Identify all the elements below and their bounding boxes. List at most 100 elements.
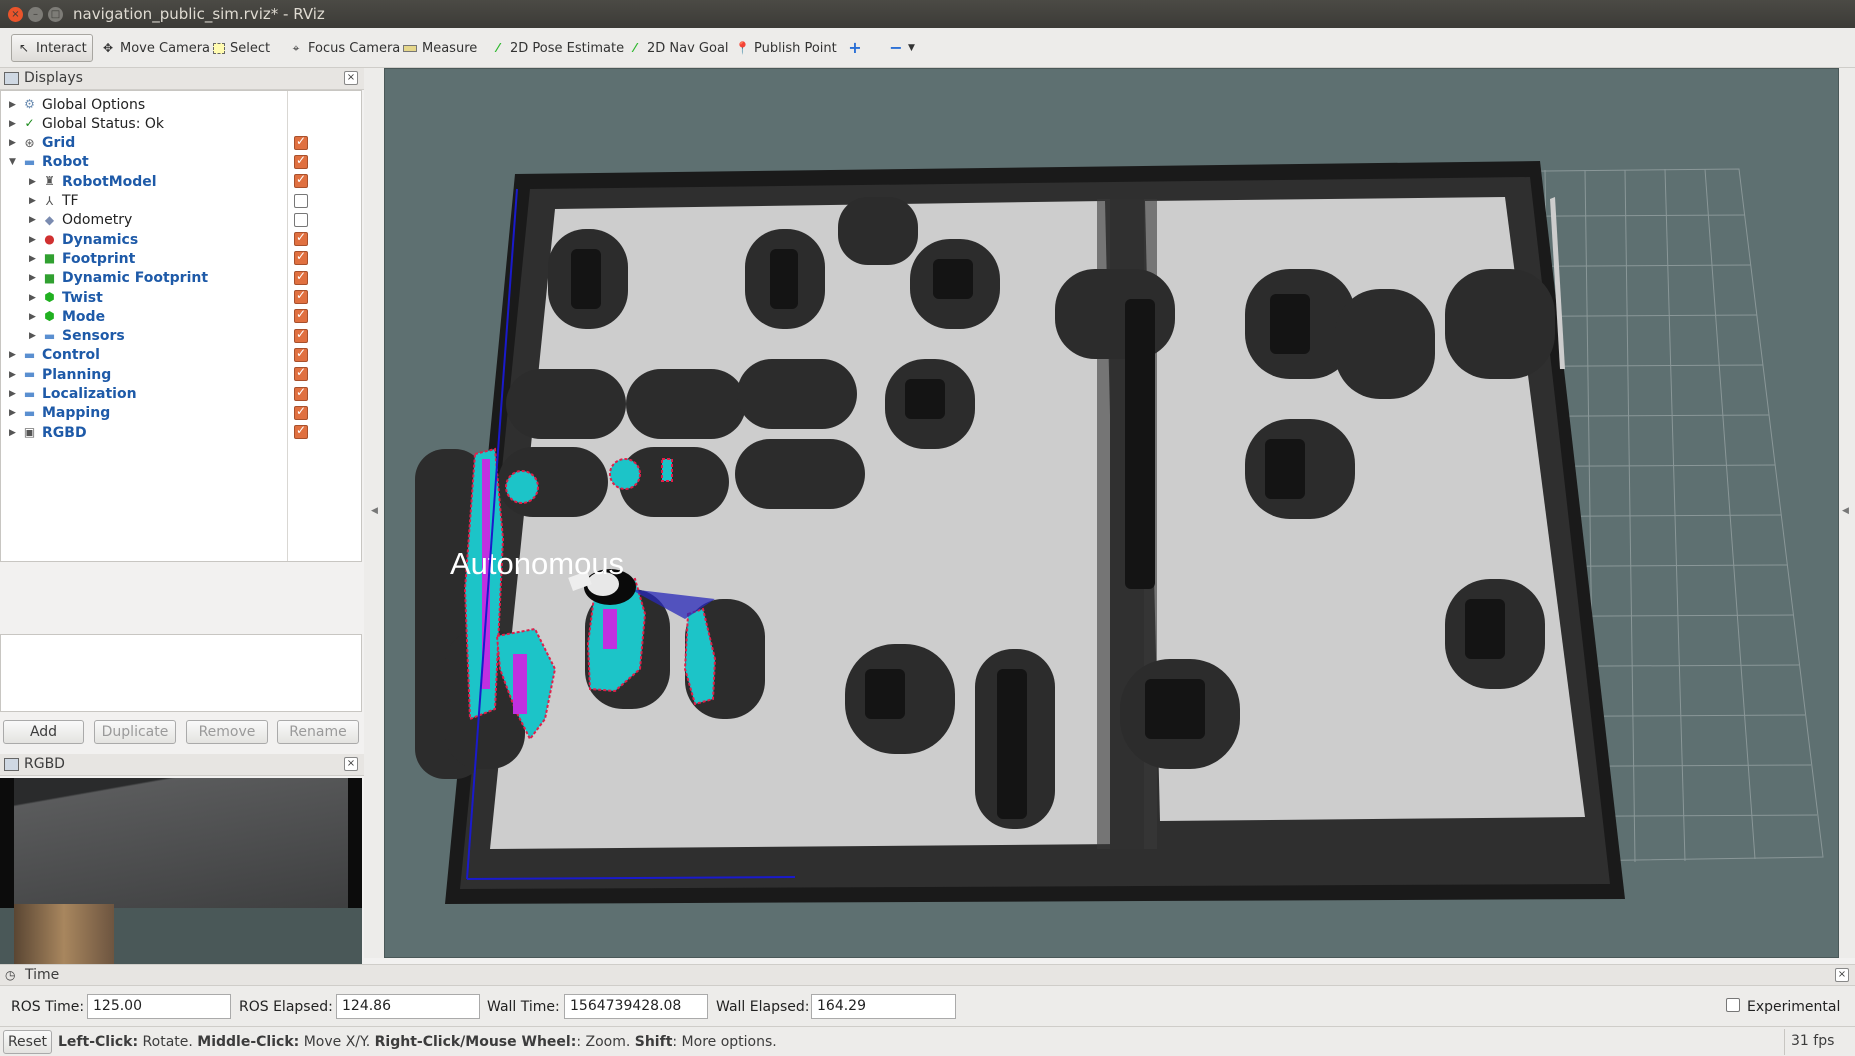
add-tool-button[interactable]: +: [843, 34, 867, 62]
collapse-left-icon[interactable]: ◀: [371, 506, 378, 516]
collapsed-arrow-icon[interactable]: ▶: [29, 215, 39, 225]
panel-splitter[interactable]: ◀: [364, 68, 384, 958]
folder-icon: ▬: [23, 386, 36, 401]
interact-tool-button[interactable]: ↖ Interact: [11, 34, 93, 62]
display-item-label: Global Status: Ok: [42, 115, 165, 132]
toolbar: ↖ Interact ✥ Move Camera Select ⌖ Focus Cam…: [0, 28, 1855, 68]
wall-elapsed-field[interactable]: 164.29: [811, 994, 956, 1019]
collapsed-arrow-icon[interactable]: ▶: [9, 389, 19, 399]
duplicate-display-button[interactable]: Duplicate: [94, 720, 176, 744]
close-panel-icon[interactable]: ×: [344, 71, 358, 85]
collapsed-arrow-icon[interactable]: ▶: [9, 100, 19, 110]
remove-tool-menu[interactable]: − ▼: [884, 34, 920, 62]
rgbd-panel-header: RGBD ×: [0, 754, 364, 776]
publish-point-tool-button[interactable]: 📍 Publish Point: [730, 34, 842, 62]
3d-viewport[interactable]: Autonomous: [384, 68, 1839, 958]
display-enable-checkbox[interactable]: [294, 423, 308, 440]
close-window-icon[interactable]: ×: [8, 7, 23, 22]
display-item-dynamic-footprint[interactable]: ▶ ■ Dynamic Footprint: [29, 269, 208, 288]
select-icon: [213, 42, 225, 54]
display-item-odometry[interactable]: ▶ ◆ Odometry: [29, 211, 132, 230]
measure-tool-button[interactable]: Measure: [398, 34, 482, 62]
rename-display-button[interactable]: Rename: [277, 720, 359, 744]
display-item-twist[interactable]: ▶ ⬢ Twist: [29, 288, 103, 307]
display-item-global-options[interactable]: ▶ ⚙ Global Options: [9, 95, 145, 114]
minus-icon: −: [889, 38, 903, 57]
display-enable-checkbox[interactable]: [294, 346, 308, 362]
tree-column-divider: [287, 91, 288, 561]
close-panel-icon[interactable]: ×: [344, 757, 358, 771]
collapsed-arrow-icon[interactable]: ▶: [9, 370, 19, 380]
mouse-help-text: Left-Click: Rotate. Middle-Click: Move X…: [58, 1034, 777, 1050]
collapsed-arrow-icon[interactable]: ▶: [29, 312, 39, 322]
display-item-mode[interactable]: ▶ ⬢ Mode: [29, 307, 105, 326]
expanded-arrow-icon[interactable]: ▼: [9, 157, 19, 167]
shift-desc: : More options.: [672, 1034, 777, 1050]
close-panel-icon[interactable]: ×: [1835, 968, 1849, 982]
collapsed-arrow-icon[interactable]: ▶: [29, 254, 39, 264]
display-enable-checkbox[interactable]: [294, 307, 308, 324]
display-item-localization[interactable]: ▶ ▬ Localization: [9, 385, 137, 404]
twist-icon: ⬢: [44, 290, 55, 304]
collapsed-arrow-icon[interactable]: ▶: [29, 331, 39, 341]
display-item-robotmodel[interactable]: ▶ ♜ RobotModel: [29, 172, 157, 191]
rgbd-panel-title: RGBD: [24, 756, 65, 772]
display-item-robot[interactable]: ▼ ▬ Robot: [9, 153, 89, 172]
ros-time-field[interactable]: 125.00: [87, 994, 231, 1019]
display-enable-checkbox[interactable]: [294, 134, 308, 150]
display-item-planning[interactable]: ▶ ▬ Planning: [9, 365, 111, 384]
collapsed-arrow-icon[interactable]: ▶: [29, 293, 39, 303]
nav-goal-tool-button[interactable]: ⁄ 2D Nav Goal: [623, 34, 734, 62]
folder-icon: ▬: [23, 367, 36, 382]
display-enable-checkbox[interactable]: [294, 288, 308, 304]
display-enable-checkbox[interactable]: [294, 327, 308, 343]
experimental-label: Experimental: [1747, 999, 1841, 1015]
display-item-mapping[interactable]: ▶ ▬ Mapping: [9, 404, 110, 423]
display-item-rgbd[interactable]: ▶ ▣ RGBD: [9, 423, 87, 442]
ros-elapsed-field[interactable]: 124.86: [336, 994, 480, 1019]
collapsed-arrow-icon[interactable]: ▶: [29, 177, 39, 187]
maximize-window-icon[interactable]: □: [48, 7, 63, 22]
display-item-grid[interactable]: ▶ ⊛ Grid: [9, 134, 75, 153]
display-enable-checkbox[interactable]: [294, 172, 308, 189]
display-enable-checkbox[interactable]: [294, 365, 308, 382]
add-display-button[interactable]: Add: [3, 720, 84, 744]
display-enable-checkbox[interactable]: [294, 230, 308, 247]
collapsed-arrow-icon[interactable]: ▶: [9, 408, 19, 418]
collapsed-arrow-icon[interactable]: ▶: [29, 273, 39, 283]
experimental-checkbox[interactable]: [1726, 998, 1740, 1012]
display-item-global-status-ok[interactable]: ▶ ✓ Global Status: Ok: [9, 114, 164, 133]
collapsed-arrow-icon[interactable]: ▶: [9, 428, 19, 438]
display-enable-checkbox[interactable]: [294, 269, 308, 285]
wall-time-field[interactable]: 1564739428.08: [564, 994, 708, 1019]
select-tool-button[interactable]: Select: [208, 34, 275, 62]
display-enable-checkbox[interactable]: [294, 212, 308, 227]
shift-key: Shift: [634, 1034, 673, 1050]
minimize-window-icon[interactable]: –: [28, 7, 43, 22]
display-enable-checkbox[interactable]: [294, 249, 308, 266]
display-item-footprint[interactable]: ▶ ■ Footprint: [29, 249, 135, 268]
collapsed-arrow-icon[interactable]: ▶: [9, 350, 19, 360]
focus-camera-tool-button[interactable]: ⌖ Focus Camera: [284, 34, 405, 62]
display-item-control[interactable]: ▶ ▬ Control: [9, 346, 100, 365]
collapsed-arrow-icon[interactable]: ▶: [9, 119, 19, 129]
collapsed-arrow-icon[interactable]: ▶: [29, 235, 39, 245]
pose-estimate-tool-button[interactable]: ⁄ 2D Pose Estimate: [486, 34, 629, 62]
viewport-right-edge[interactable]: ◀: [1839, 68, 1855, 958]
display-item-sensors[interactable]: ▶ ▬ Sensors: [29, 327, 125, 346]
remove-display-button[interactable]: Remove: [186, 720, 268, 744]
display-enable-checkbox[interactable]: [294, 404, 308, 420]
display-item-label: TF: [62, 193, 79, 209]
reset-button[interactable]: Reset: [3, 1030, 52, 1054]
collapsed-arrow-icon[interactable]: ▶: [29, 196, 39, 206]
display-description-box: [0, 634, 362, 712]
collapsed-arrow-icon[interactable]: ▶: [9, 138, 19, 148]
display-item-tf[interactable]: ▶ ⅄ TF: [29, 192, 79, 211]
display-item-dynamics[interactable]: ▶ ● Dynamics: [29, 230, 138, 249]
display-enable-checkbox[interactable]: [294, 193, 308, 208]
display-enable-checkbox[interactable]: [294, 385, 308, 401]
time-panel: ◷ Time × ROS Time: 125.00 ROS Elapsed: 1…: [0, 964, 1855, 1026]
move-camera-tool-button[interactable]: ✥ Move Camera: [96, 34, 215, 62]
collapse-right-icon[interactable]: ◀: [1842, 506, 1849, 516]
display-enable-checkbox[interactable]: [294, 153, 308, 169]
